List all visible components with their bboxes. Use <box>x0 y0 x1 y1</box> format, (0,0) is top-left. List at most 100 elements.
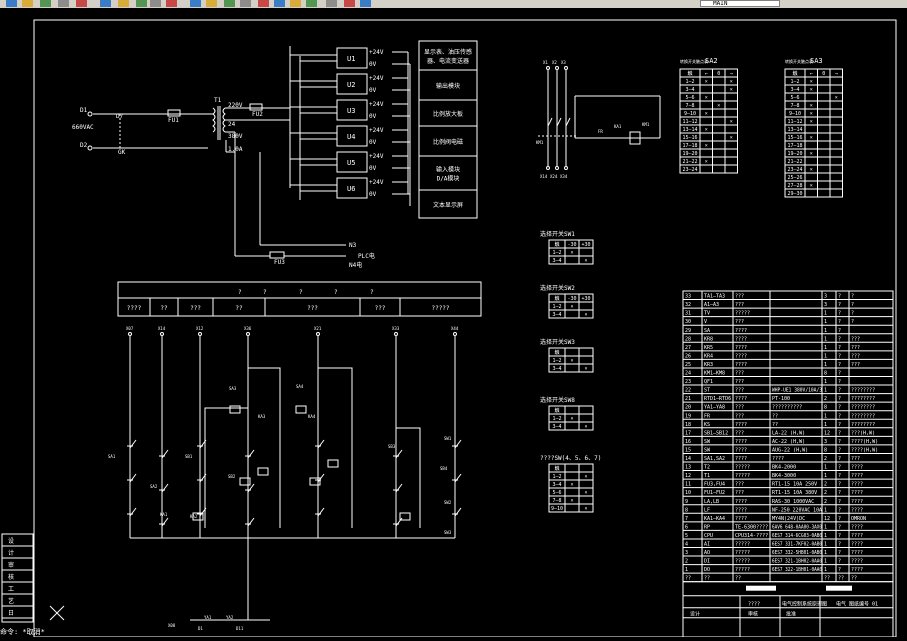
sa2-cell: 15—16 <box>682 135 697 141</box>
sw-cell: 1—2 <box>552 304 561 310</box>
sw-cell: 1—2 <box>552 250 561 256</box>
psu-zero-label: 0V <box>369 139 377 146</box>
parts-cell: 8 <box>685 507 688 513</box>
parts-cell: 1 <box>824 413 827 419</box>
parts-cell: 1 <box>824 465 827 471</box>
zoom-realtime-icon[interactable] <box>206 0 217 7</box>
layer-icon[interactable] <box>344 0 355 7</box>
redo-icon[interactable] <box>166 0 177 7</box>
parts-cell: 8 <box>824 371 827 377</box>
parts-cell: ??? <box>851 456 860 462</box>
tool-palette-icon[interactable] <box>290 0 301 7</box>
sa2-caption: 转换开关触点表 <box>680 58 708 64</box>
parts-cell: ? <box>838 447 841 453</box>
open-icon[interactable] <box>22 0 33 7</box>
sw-cell: 触 <box>554 349 559 356</box>
design-center-icon[interactable] <box>274 0 285 7</box>
fu2-label: FU2 <box>252 111 263 118</box>
layer-state-icon[interactable] <box>360 0 371 7</box>
parts-cell: ????? <box>735 311 750 317</box>
sa2-cell: 7—8 <box>685 103 694 109</box>
match-icon[interactable] <box>136 0 147 7</box>
terminal-dot <box>564 166 568 170</box>
sa3-cell: 25—26 <box>787 175 802 181</box>
title-stamp <box>746 585 776 591</box>
psu-out-label: +24V <box>369 153 384 160</box>
parts-cell: ? <box>838 567 841 573</box>
copy-icon[interactable] <box>100 0 111 7</box>
sa2-cell: → <box>730 71 733 77</box>
sa2-cell: 21—22 <box>682 159 697 165</box>
left-panel-label: 艺 <box>8 597 14 605</box>
sa3-contact-table: SA3转换开关触点表触 ← 0 →1—2 ×3—4 ×5—6 ×7—8 ×9—10 ×11—12… <box>784 57 843 198</box>
parts-cell: KR4 <box>704 353 713 359</box>
save-icon[interactable] <box>40 0 51 7</box>
ladder-label: YA1 <box>204 615 212 620</box>
pan-icon[interactable] <box>190 0 201 7</box>
ladder-label: SB3 <box>388 444 396 449</box>
parts-cell: ? <box>838 311 841 317</box>
parts-cell: ????? <box>735 550 750 556</box>
cut-icon[interactable] <box>76 0 87 7</box>
parts-cell: 6ES7 321-1BH02-0AA0 <box>772 559 822 565</box>
help-icon[interactable] <box>326 0 337 7</box>
sa2-cell: × <box>705 159 708 165</box>
strip-cell-label: ????? <box>431 305 449 312</box>
psu-unit-name: U1 <box>347 55 355 63</box>
parts-cell: 6ES7 322-1BH01-0AA0 <box>772 567 822 573</box>
sw-cell: +30 <box>581 242 590 248</box>
drawing-canvas[interactable]: 设计审核工艺日 U1 +24V 0V U2 +24V 0V U3 +24V 0V U4 +24V 0V… <box>0 8 907 638</box>
zoom-previous-icon[interactable] <box>240 0 251 7</box>
parts-cell: FR <box>704 413 711 419</box>
paste-icon[interactable] <box>118 0 129 7</box>
psu-unit-name: U6 <box>347 185 355 193</box>
parts-cell: ???? <box>735 507 747 513</box>
parts-cell: 25 <box>685 362 691 368</box>
v220-label: 220V <box>228 102 243 109</box>
plc-label: PLC电 <box>358 252 375 260</box>
sw-cell: 3—4 <box>552 424 561 430</box>
parts-cell: LF <box>704 507 710 513</box>
ladder-label: KA4 <box>308 414 316 419</box>
zoom-window-icon[interactable] <box>224 0 235 7</box>
sw-cell: 5—6 <box>552 490 561 496</box>
parts-cell: ? <box>851 302 854 308</box>
sa2-cell: × <box>730 135 733 141</box>
print-icon[interactable] <box>58 0 69 7</box>
parts-cell: ???????? <box>851 405 875 411</box>
sw-cell: × <box>584 490 587 496</box>
parts-cell: 18 <box>685 422 691 428</box>
parts-cell: 30 <box>685 319 691 325</box>
properties-icon[interactable] <box>258 0 269 7</box>
new-icon[interactable] <box>6 0 17 7</box>
psu-out-label: +24V <box>369 75 384 82</box>
command-line[interactable]: 命令: *取消* <box>0 628 140 637</box>
parts-cell: 16 <box>685 439 691 445</box>
layer-dropdown[interactable]: MAIN <box>700 0 780 7</box>
sa3-cell: × <box>810 87 813 93</box>
parts-cell: ???? <box>735 328 747 334</box>
left-panel-label: 设 <box>8 537 14 545</box>
parts-cell: ????? <box>735 473 750 479</box>
a10-label: 1.0A <box>228 146 243 153</box>
left-panel-label: 核 <box>8 573 14 581</box>
parts-cell: KR8 <box>704 336 713 342</box>
ladder-coil <box>257 467 269 476</box>
parts-cell: ???? <box>851 465 863 471</box>
parts-cell: 22 <box>685 388 691 394</box>
motor-label: X34 <box>560 174 568 179</box>
motor-label: KM1 <box>642 122 650 127</box>
parts-cell: ???????? <box>851 413 875 419</box>
undo-icon[interactable] <box>150 0 161 7</box>
ladder-label: KA2 <box>190 514 198 519</box>
sa2-cell: 5—6 <box>685 95 694 101</box>
parts-cell: 27 <box>685 345 691 351</box>
parts-cell: ????? <box>735 559 750 565</box>
parts-cell: QF1 <box>704 379 713 385</box>
load-label: 显示表、油压传感 <box>424 48 472 56</box>
sw-cell: 触 <box>554 407 559 414</box>
parts-cell: RT1-15 10A 380V <box>772 490 817 496</box>
calc-icon[interactable] <box>306 0 317 7</box>
parts-cell: 6ES7 314-6CG03-0AB0 <box>772 533 822 539</box>
parts-cell: ???? <box>851 490 863 496</box>
